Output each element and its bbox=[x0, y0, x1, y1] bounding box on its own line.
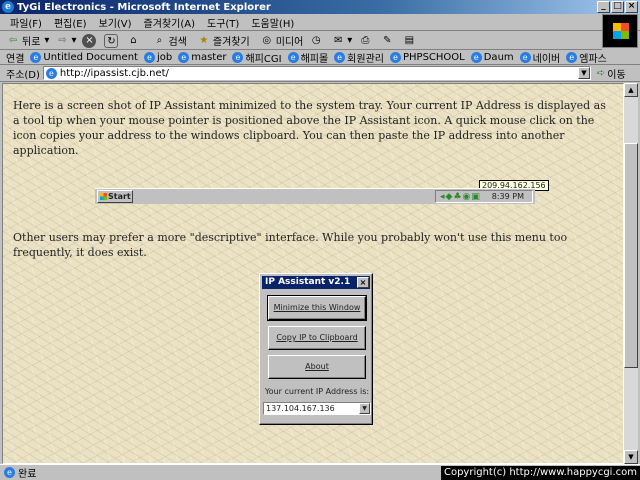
link-item[interactable]: e PHPSCHOOL bbox=[389, 51, 465, 63]
forward-button[interactable]: ⇨ ▾ bbox=[55, 34, 76, 48]
ie-page-icon: e bbox=[519, 51, 531, 63]
favorites-icon: ★ bbox=[199, 34, 209, 46]
link-item[interactable]: e Untitled Document bbox=[30, 51, 138, 63]
ie-logo-icon: e bbox=[2, 1, 14, 13]
menu-file[interactable]: 파일(F) bbox=[10, 15, 42, 30]
mail-icon: ✉ bbox=[334, 34, 343, 46]
page-content: Here is a screen shot of IP Assistant mi… bbox=[2, 83, 624, 464]
copy-ip-button[interactable]: Copy IP to Clipboard bbox=[268, 326, 366, 350]
home-icon: ⌂ bbox=[130, 34, 137, 46]
stop-button[interactable]: × bbox=[82, 33, 98, 48]
link-item[interactable]: e job bbox=[143, 51, 172, 63]
link-item[interactable]: e Daum bbox=[470, 51, 514, 63]
menu-help[interactable]: 도움말(H) bbox=[251, 15, 294, 30]
go-button[interactable]: ➪ 이동 bbox=[597, 66, 626, 81]
ie-page-icon: e bbox=[232, 51, 244, 63]
mail-button[interactable]: ✉ ▾ bbox=[331, 34, 352, 48]
back-arrow-icon: ⇦ bbox=[8, 34, 18, 46]
history-icon: ◷ bbox=[311, 34, 321, 46]
status-text: 완료 bbox=[18, 469, 37, 480]
minimize-button[interactable]: _ bbox=[597, 1, 610, 13]
windows-logo-icon bbox=[602, 14, 638, 48]
about-button[interactable]: About bbox=[268, 355, 366, 379]
taskbar-screenshot: Start ◂◆♣◉▣ 8:39 PM bbox=[95, 188, 535, 204]
dialog-title-bar: IP Assistant v2.1 × bbox=[262, 276, 370, 289]
back-button[interactable]: ⇦ 뒤로 ▾ bbox=[6, 33, 50, 49]
address-dropdown-button[interactable]: ▼ bbox=[577, 67, 590, 79]
search-button[interactable]: ⌕ 검색 bbox=[152, 33, 187, 49]
ip-value: 137.104.167.136 bbox=[266, 404, 335, 413]
links-label: 연결 bbox=[6, 53, 25, 65]
link-item[interactable]: e 회원관리 bbox=[334, 50, 384, 65]
ip-select[interactable]: 137.104.167.136 ▼ bbox=[263, 402, 371, 415]
ie-page-icon: e bbox=[470, 51, 482, 63]
edit-button[interactable]: ✎ bbox=[380, 34, 396, 48]
menu-favorites[interactable]: 즐겨찾기(A) bbox=[144, 15, 195, 30]
tray-icons: ◂◆♣◉▣ bbox=[440, 192, 481, 202]
ip-dropdown-button[interactable]: ▼ bbox=[359, 403, 370, 414]
ip-assistant-dialog: IP Assistant v2.1 × Minimize this Window… bbox=[259, 273, 373, 425]
forward-arrow-icon: ⇨ bbox=[58, 34, 67, 46]
intro-paragraph: Here is a screen shot of IP Assistant mi… bbox=[13, 99, 606, 157]
ie-page-icon: e bbox=[45, 68, 57, 79]
ie-page-icon: e bbox=[389, 51, 401, 63]
history-button[interactable]: ◷ bbox=[309, 34, 325, 48]
menu-tools[interactable]: 도구(T) bbox=[207, 15, 239, 30]
standard-toolbar: ⇦ 뒤로 ▾ ⇨ ▾ × ↻ ⌂ ⌕ 검색 ★ 즐겨찾기 ◎ 미디어 ◷ ✉ ▾ ⎙ ✎ ▤ bbox=[0, 32, 602, 50]
link-item[interactable]: e 네이버 bbox=[519, 50, 560, 65]
link-item[interactable]: e 해피CGI bbox=[232, 50, 282, 65]
media-button[interactable]: ◎ 미디어 bbox=[260, 33, 303, 49]
refresh-icon: ↻ bbox=[104, 33, 119, 48]
ie-page-icon: e bbox=[334, 51, 346, 63]
stop-icon: × bbox=[82, 33, 97, 48]
address-url: http://ipassist.cjb.net/ bbox=[59, 67, 169, 79]
scroll-up-button[interactable]: ▲ bbox=[624, 83, 638, 97]
vertical-scrollbar[interactable]: ▲ ▼ bbox=[624, 83, 638, 464]
menu-edit[interactable]: 편집(E) bbox=[54, 15, 87, 30]
dialog-close-button[interactable]: × bbox=[357, 277, 369, 288]
media-icon: ◎ bbox=[262, 34, 272, 46]
link-item[interactable]: e 엠파스 bbox=[566, 50, 607, 65]
ie-page-icon: e bbox=[143, 51, 155, 63]
link-item[interactable]: e 해피몰 bbox=[287, 50, 328, 65]
discuss-icon: ▤ bbox=[404, 34, 415, 46]
search-icon: ⌕ bbox=[156, 34, 163, 46]
dialog-title: IP Assistant v2.1 bbox=[265, 277, 351, 287]
copyright-banner: Copyright(c) http://www.happycgi.com bbox=[440, 466, 640, 480]
scroll-thumb[interactable] bbox=[624, 143, 638, 368]
start-button: Start bbox=[97, 190, 133, 203]
home-button[interactable]: ⌂ bbox=[126, 34, 142, 48]
print-icon: ⎙ bbox=[361, 34, 370, 46]
edit-icon: ✎ bbox=[383, 34, 392, 46]
refresh-button[interactable]: ↻ bbox=[104, 33, 120, 48]
second-paragraph: Other users may prefer a more "descripti… bbox=[13, 231, 568, 259]
link-item[interactable]: e master bbox=[178, 51, 226, 63]
window-title: TyGi Electronics - Microsoft Internet Ex… bbox=[17, 1, 271, 13]
system-tray: ◂◆♣◉▣ 8:39 PM bbox=[435, 190, 533, 203]
menu-view[interactable]: 보기(V) bbox=[99, 15, 132, 30]
print-button[interactable]: ⎙ bbox=[358, 34, 374, 48]
discuss-button[interactable]: ▤ bbox=[402, 34, 418, 48]
links-bar: 연결 e Untitled Document e job e master e 해피CG… bbox=[0, 50, 640, 65]
ie-page-icon: e bbox=[287, 51, 299, 63]
browser-window: e TyGi Electronics - Microsoft Internet … bbox=[0, 0, 640, 480]
menu-bar: 파일(F) 편집(E) 보기(V) 즐겨찾기(A) 도구(T) 도움말(H) bbox=[0, 14, 640, 31]
close-button[interactable]: × bbox=[625, 1, 638, 13]
ie-page-icon: e bbox=[178, 51, 190, 63]
ie-page-icon: e bbox=[30, 51, 42, 63]
maximize-button[interactable]: □ bbox=[611, 1, 624, 13]
ip-label: Your current IP Address is: bbox=[264, 387, 370, 396]
address-label: 주소(D) bbox=[6, 69, 40, 81]
minimize-window-button[interactable]: Minimize this Window bbox=[267, 295, 367, 321]
ie-page-icon: e bbox=[4, 467, 15, 478]
title-bar: e TyGi Electronics - Microsoft Internet … bbox=[0, 0, 640, 14]
ie-page-icon: e bbox=[566, 51, 578, 63]
favorites-button[interactable]: ★ 즐겨찾기 bbox=[197, 33, 249, 49]
scroll-down-button[interactable]: ▼ bbox=[624, 450, 638, 464]
tray-clock: 8:39 PM bbox=[491, 192, 524, 201]
address-input[interactable]: e http://ipassist.cjb.net/ ▼ bbox=[42, 66, 591, 80]
address-bar: 주소(D) e http://ipassist.cjb.net/ ▼ ➪ 이동 bbox=[0, 65, 640, 82]
go-arrow-icon: ➪ bbox=[596, 67, 606, 79]
